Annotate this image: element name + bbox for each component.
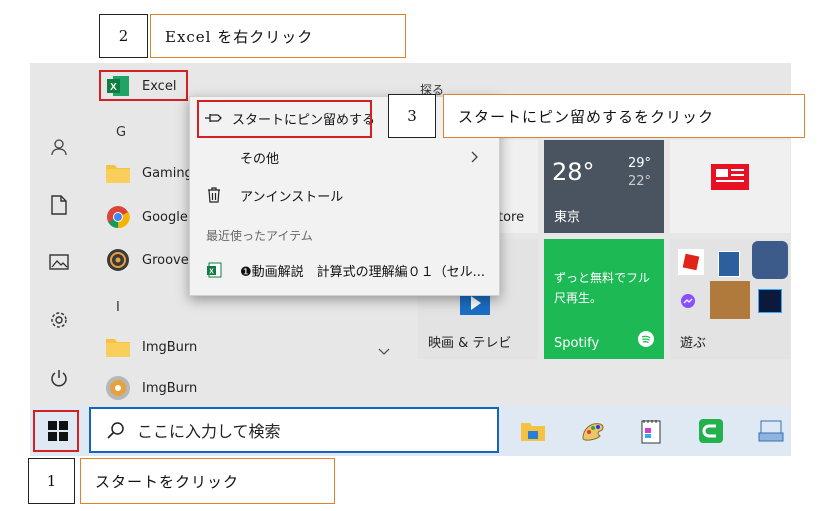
power-icon[interactable]: [47, 366, 71, 390]
step3-instruction: スタートにピン留めするをクリック: [443, 94, 805, 138]
menu-pin-to-start-label: スタートにピン留めする: [232, 112, 376, 128]
app-gaming-label: Gaming: [142, 165, 193, 181]
pictures-icon[interactable]: [47, 250, 71, 274]
tile-play[interactable]: 遊ぶ: [670, 239, 790, 359]
app-excel[interactable]: X Excel: [104, 69, 176, 103]
roblox-icon: [678, 249, 704, 275]
search-placeholder: ここに入力して検索: [137, 422, 281, 441]
folder-icon: [104, 159, 132, 187]
app-imgburn-folder[interactable]: ImgBurn: [104, 330, 197, 364]
group-letter-i[interactable]: I: [116, 300, 120, 315]
settings-gear-icon[interactable]: [47, 308, 71, 332]
camtasia-icon[interactable]: [695, 415, 727, 447]
svg-text:X: X: [110, 82, 117, 93]
tile-store-label: tore: [498, 210, 525, 225]
chrome-icon: [104, 203, 132, 231]
app-google-label: Google: [142, 209, 188, 225]
document-icon[interactable]: [47, 193, 71, 217]
group-letter-g[interactable]: G: [116, 125, 126, 140]
app-imgburn-folder-label: ImgBurn: [142, 339, 198, 355]
start-windows-icon[interactable]: [42, 415, 74, 447]
app-groove[interactable]: Groove: [104, 243, 189, 277]
start-rail: [30, 63, 88, 406]
spotify-promo-line2: 尺再生。: [554, 291, 603, 305]
menu-more-label: その他: [240, 151, 280, 167]
excel-file-icon: X: [190, 262, 238, 278]
svg-text:X: X: [209, 269, 214, 276]
chevron-right-icon: [471, 151, 479, 167]
spotify-promo-line1: ずっと無料でフル: [554, 271, 651, 285]
solitaire-icon: [718, 251, 740, 277]
search-icon: [107, 421, 125, 439]
imgburn-icon: [104, 374, 132, 402]
game-character-icon: [752, 241, 788, 279]
tile-play-label: 遊ぶ: [680, 336, 707, 351]
tile-movies-label: 映画 & テレビ: [428, 336, 512, 351]
photoshop-icon: [758, 289, 782, 313]
weather-high: 29°: [628, 156, 652, 171]
app-imgburn[interactable]: ImgBurn: [104, 371, 197, 405]
weather-low: 22°: [628, 174, 652, 189]
step2-number: 2: [99, 14, 148, 58]
step2-instruction: Excel を右クリック: [150, 14, 406, 58]
app-imgburn-label: ImgBurn: [142, 380, 198, 396]
tile-weather[interactable]: 28° 29° 22° 東京: [544, 140, 664, 233]
game-thumbnail-icon: [710, 281, 750, 319]
news-icon: [710, 162, 750, 196]
step1-number: 1: [28, 458, 75, 504]
recent-items-header: 最近使ったアイテム: [206, 229, 313, 243]
pin-icon: [190, 112, 238, 124]
chevron-down-icon[interactable]: [378, 341, 390, 360]
file-explorer-icon[interactable]: [517, 415, 549, 447]
tile-spotify[interactable]: ずっと無料でフル 尺再生。 Spotify: [544, 239, 664, 359]
menu-uninstall-label: アンインストール: [240, 189, 344, 205]
weather-city: 東京: [554, 210, 581, 225]
weather-temp: 28°: [552, 158, 595, 186]
trash-icon: [190, 187, 238, 203]
menu-recent-file-label: ❶動画解説 計算式の理解編０１（セル...: [240, 264, 486, 280]
paint-icon[interactable]: [577, 415, 609, 447]
app-gaming[interactable]: Gaming: [104, 156, 193, 190]
app-excel-label: Excel: [142, 78, 177, 94]
step3-number: 3: [388, 94, 436, 138]
notepad-icon[interactable]: [635, 415, 667, 447]
tile-spotify-label: Spotify: [554, 336, 600, 351]
menu-uninstall[interactable]: アンインストール: [190, 180, 499, 210]
menu-more[interactable]: その他: [190, 142, 499, 172]
user-icon[interactable]: [47, 135, 71, 159]
app-google[interactable]: Google: [104, 200, 188, 234]
step1-instruction: スタートをクリック: [80, 458, 335, 504]
tile-news[interactable]: [670, 140, 790, 233]
taskbar-search-box[interactable]: ここに入力して検索: [89, 407, 499, 453]
folder-icon: [104, 333, 132, 361]
menu-recent-file[interactable]: X ❶動画解説 計算式の理解編０１（セル...: [190, 255, 499, 285]
app-groove-label: Groove: [142, 252, 189, 268]
spotify-icon: [638, 331, 654, 351]
excel-icon: X: [104, 72, 132, 100]
keyboard-app-icon[interactable]: [755, 415, 787, 447]
messenger-icon: [680, 293, 696, 313]
groove-music-icon: [104, 246, 132, 274]
